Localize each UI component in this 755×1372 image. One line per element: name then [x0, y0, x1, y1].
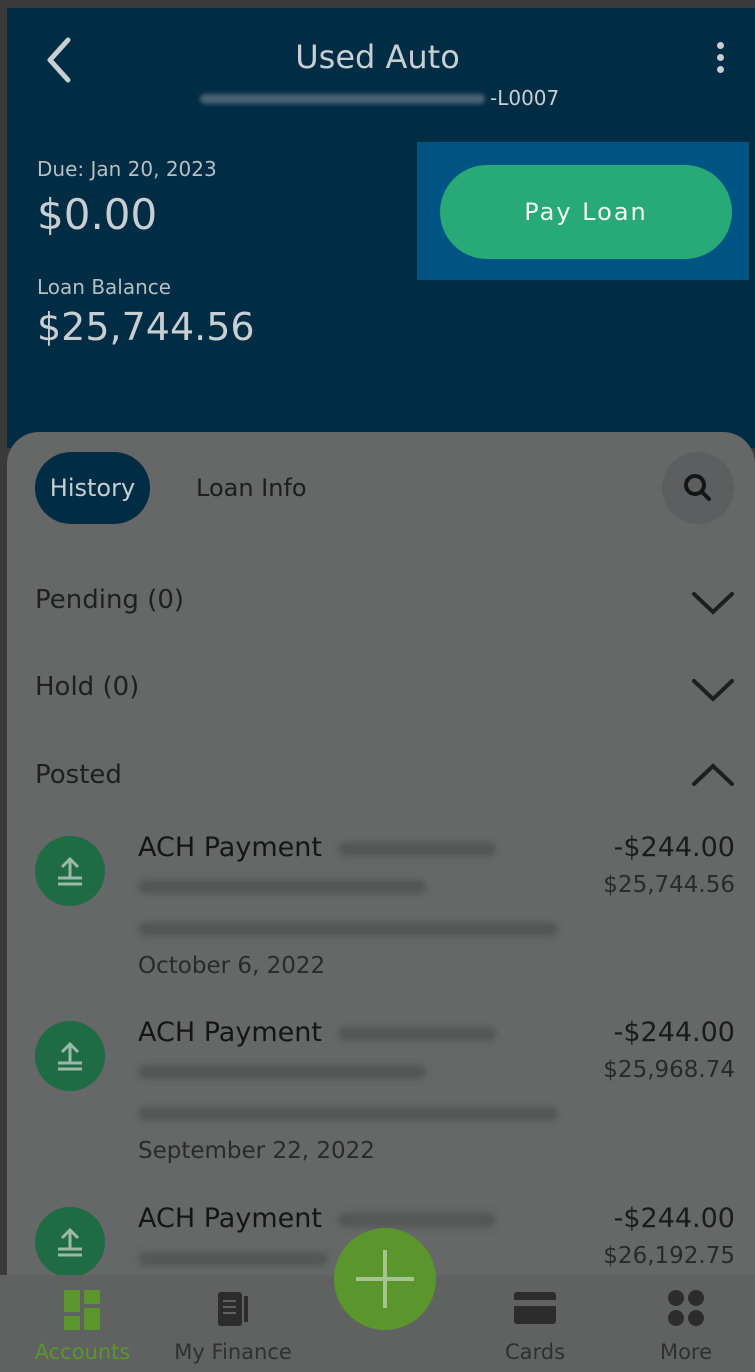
chevron-down-icon[interactable]	[690, 675, 736, 705]
transaction-amount: -$244.00	[613, 1203, 735, 1234]
transaction-title: ACH Payment	[138, 1017, 322, 1048]
page-title: Used Auto	[295, 38, 460, 76]
nav-accounts[interactable]: Accounts	[20, 1340, 145, 1364]
redacted-text	[138, 1107, 558, 1121]
chevron-down-icon[interactable]	[690, 588, 736, 618]
tab-history[interactable]: History	[35, 452, 150, 524]
transaction-title: ACH Payment	[138, 832, 322, 863]
loan-balance: $25,744.56	[37, 305, 255, 349]
nav-cards[interactable]: Cards	[490, 1340, 580, 1364]
upload-payment-icon	[35, 1207, 105, 1277]
add-button[interactable]	[334, 1228, 436, 1330]
transaction-date: September 22, 2022	[138, 1138, 375, 1164]
redacted-text	[138, 1252, 328, 1266]
nav-my-finance[interactable]: My Finance	[168, 1340, 298, 1364]
search-button[interactable]	[662, 452, 734, 524]
posted-section[interactable]: Posted	[35, 760, 122, 790]
account-number: -L0007	[200, 86, 600, 110]
masked-account-name	[200, 94, 485, 104]
chevron-up-icon[interactable]	[690, 760, 736, 790]
accounts-icon	[64, 1290, 100, 1330]
nav-more[interactable]: More	[646, 1340, 726, 1364]
redacted-text	[338, 1027, 496, 1041]
my-finance-icon	[218, 1292, 248, 1326]
amount-due: $0.00	[37, 190, 158, 239]
hold-section[interactable]: Hold (0)	[35, 672, 139, 702]
transaction-date: October 6, 2022	[138, 953, 326, 979]
redacted-text	[338, 1213, 496, 1227]
more-options-icon[interactable]	[705, 42, 735, 82]
pay-loan-button[interactable]: Pay Loan	[440, 165, 732, 259]
tab-loan-info[interactable]: Loan Info	[196, 474, 307, 502]
upload-payment-icon	[35, 1021, 105, 1091]
redacted-text	[338, 842, 496, 856]
transaction-amount: -$244.00	[613, 832, 735, 863]
search-icon	[684, 474, 711, 501]
due-date: Due: Jan 20, 2023	[37, 157, 217, 181]
transaction-amount: -$244.00	[613, 1017, 735, 1048]
transaction-title: ACH Payment	[138, 1203, 322, 1234]
loan-balance-label: Loan Balance	[37, 275, 172, 299]
redacted-text	[138, 880, 426, 894]
pending-section[interactable]: Pending (0)	[35, 585, 184, 615]
transaction-balance: $25,744.56	[603, 872, 735, 898]
account-suffix: -L0007	[490, 86, 560, 110]
transaction-balance: $25,968.74	[603, 1057, 735, 1083]
upload-payment-icon	[35, 836, 105, 906]
redacted-text	[138, 1065, 426, 1079]
cards-icon	[514, 1292, 556, 1324]
transaction-balance: $26,192.75	[603, 1243, 735, 1269]
more-grid-icon	[668, 1290, 704, 1326]
redacted-text	[138, 922, 558, 936]
